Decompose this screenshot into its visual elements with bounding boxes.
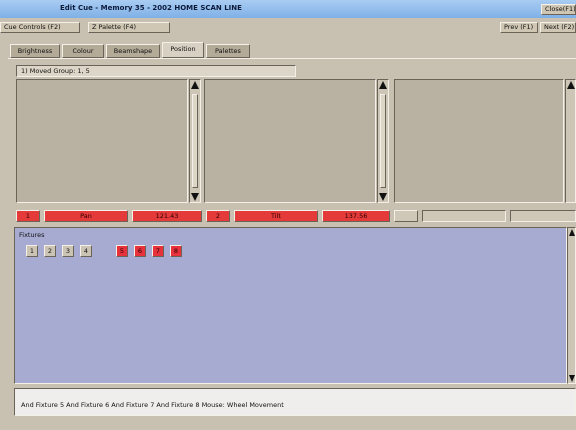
scroll-up-icon[interactable] (379, 81, 387, 89)
scroll-up-icon[interactable] (569, 229, 575, 236)
scroll-up-icon[interactable] (191, 81, 199, 89)
tab-frame-line (8, 58, 576, 59)
scroll-down-icon[interactable] (379, 193, 387, 201)
tab-position[interactable]: Position (162, 42, 204, 58)
close-button[interactable]: Close(F1) (541, 4, 576, 15)
fixture-button[interactable]: 4 (80, 245, 92, 257)
fixture-button[interactable]: 1 (26, 245, 38, 257)
tab-colour[interactable]: Colour (62, 44, 104, 58)
tilt-panel (204, 79, 376, 203)
next-button[interactable]: Next (F2) (540, 22, 576, 33)
pan-panel (16, 79, 188, 203)
pan-scrollbar[interactable] (189, 79, 201, 203)
tilt-scrollbar[interactable] (377, 79, 389, 203)
scroll-down-icon[interactable] (569, 375, 575, 382)
command-line[interactable]: And Fixture 5 And Fixture 6 And Fixture … (14, 388, 576, 416)
cue-controls-button[interactable]: Cue Controls (F2) (0, 22, 80, 33)
tab-brightness[interactable]: Brightness (10, 44, 60, 58)
fixture-button-selected[interactable]: 6 (134, 245, 146, 257)
fixtures-area: Fixtures (14, 227, 567, 384)
tilt-value[interactable]: 137.56 (322, 210, 390, 222)
third-value (510, 210, 576, 222)
scroll-down-icon[interactable] (191, 193, 199, 201)
window-title: Edit Cue - Memory 35 - 2002 HOME SCAN LI… (60, 4, 242, 12)
fixture-button[interactable]: 2 (44, 245, 56, 257)
tab-beamshape[interactable]: Beamshape (106, 44, 160, 58)
empty-panel (394, 79, 564, 203)
palettes-button[interactable]: Z Palette (F4) (88, 22, 170, 33)
pan-value[interactable]: 121.43 (132, 210, 202, 222)
third-index[interactable] (394, 210, 418, 222)
tab-palettes[interactable]: Palettes (206, 44, 250, 58)
group-dropdown[interactable]: 1) Moved Group: 1, 5 (16, 65, 296, 77)
scroll-thumb[interactable] (380, 94, 386, 188)
tilt-index[interactable]: 2 (206, 210, 230, 222)
scroll-up-icon[interactable] (567, 81, 575, 89)
prev-button[interactable]: Prev (F1) (500, 22, 538, 33)
fixture-button-selected[interactable]: 8 (170, 245, 182, 257)
pan-name[interactable]: Pan (44, 210, 128, 222)
title-bar: Edit Cue - Memory 35 - 2002 HOME SCAN LI… (0, 0, 576, 18)
command-text: And Fixture 5 And Fixture 6 And Fixture … (21, 401, 284, 409)
fixture-button[interactable]: 3 (62, 245, 74, 257)
third-name (422, 210, 506, 222)
third-scrollbar[interactable] (565, 79, 576, 203)
pan-index[interactable]: 1 (16, 210, 40, 222)
fixtures-scrollbar[interactable] (567, 227, 576, 384)
fixture-button-selected[interactable]: 7 (152, 245, 164, 257)
tilt-name[interactable]: Tilt (234, 210, 318, 222)
fixtures-label: Fixtures (19, 231, 45, 239)
fixture-button-selected[interactable]: 5 (116, 245, 128, 257)
scroll-thumb[interactable] (192, 94, 198, 188)
